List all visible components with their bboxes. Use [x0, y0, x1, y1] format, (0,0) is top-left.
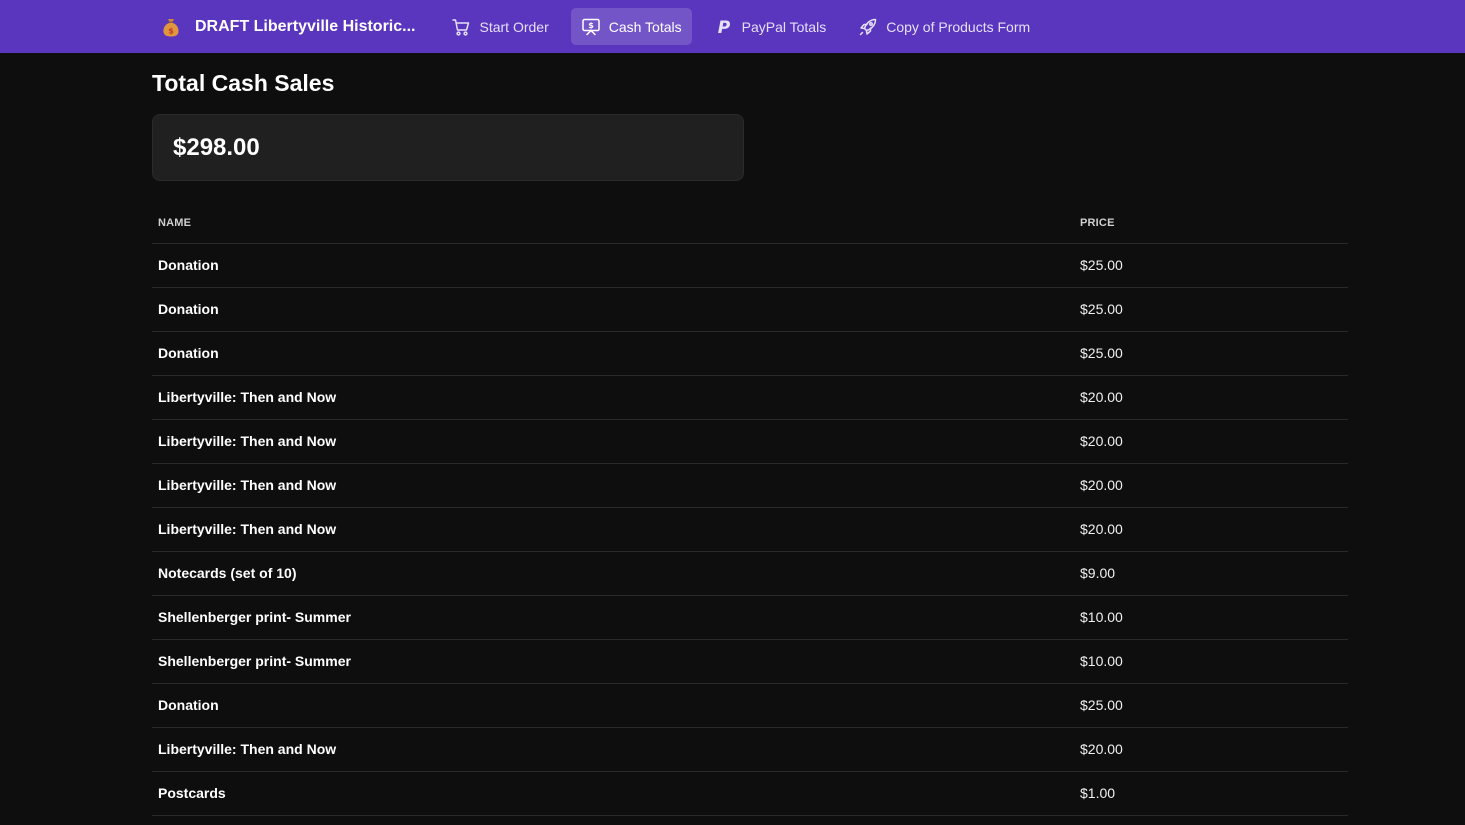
table-row: Libertyville: Then and Now $20.00 [152, 419, 1348, 464]
table-row: Notecards (set of 10) $9.00 [152, 551, 1348, 596]
table-row: Donation $25.00 [152, 287, 1348, 332]
nav-label: Start Order [479, 18, 549, 35]
row-price: $20.00 [1074, 375, 1348, 420]
row-name: Libertyville: Then and Now [152, 419, 1074, 464]
paypal-icon: P [714, 17, 734, 37]
row-price: $10.00 [1074, 639, 1348, 684]
table-row: Libertyville: Then and Now $20.00 [152, 507, 1348, 552]
table-row: Libertyville: Then and Now $20.00 [152, 727, 1348, 772]
table-row: Shellenberger print- Summer $10.00 [152, 639, 1348, 684]
row-price: $20.00 [1074, 463, 1348, 508]
row-name: Donation [152, 331, 1074, 376]
row-price: $1.00 [1074, 771, 1348, 816]
app-title: DRAFT Libertyville Historic... [195, 17, 416, 35]
app-brand[interactable]: $ DRAFT Libertyville Historic... [160, 16, 415, 38]
table-header-row: NAME PRICE [152, 203, 1348, 244]
row-price: $25.00 [1074, 331, 1348, 376]
row-name: Donation [152, 287, 1074, 332]
nav-paypal-totals[interactable]: P PayPal Totals [704, 8, 837, 45]
nav-products-form[interactable]: Copy of Products Form [848, 8, 1040, 45]
table-row: Postcards $1.00 [152, 771, 1348, 816]
nav-cash-totals[interactable]: $ Cash Totals [570, 8, 692, 45]
row-name: Shellenberger print- Summer [152, 595, 1074, 640]
column-header-price: PRICE [1074, 203, 1348, 244]
row-name: Libertyville: Then and Now [152, 507, 1074, 552]
row-price: $25.00 [1074, 287, 1348, 332]
nav-label: Cash Totals [608, 18, 682, 35]
total-card: $298.00 [152, 114, 744, 181]
cash-register-icon: $ [581, 17, 601, 37]
nav-label: Copy of Products Form [886, 18, 1031, 35]
row-name: Postcards [152, 771, 1074, 816]
row-price: $9.00 [1074, 551, 1348, 596]
row-name: Notecards (set of 10) [152, 551, 1074, 596]
row-price: $25.00 [1074, 683, 1348, 728]
row-name: Libertyville: Then and Now [152, 375, 1074, 420]
table-row: Donation $25.00 [152, 683, 1348, 728]
svg-text:$: $ [168, 26, 174, 35]
row-price: $10.00 [1074, 595, 1348, 640]
svg-text:$: $ [588, 21, 594, 30]
rocket-icon [858, 17, 878, 37]
nav-label: PayPal Totals [741, 18, 827, 35]
column-header-name: NAME [152, 203, 1074, 244]
main-content: Total Cash Sales $298.00 NAME PRICE Dona… [0, 70, 1465, 816]
row-price: $25.00 [1074, 243, 1348, 288]
row-price: $20.00 [1074, 727, 1348, 772]
nav-start-order[interactable]: Start Order [441, 8, 558, 45]
table-row: Libertyville: Then and Now $20.00 [152, 463, 1348, 508]
sales-table: NAME PRICE Donation $25.00 Donation $25.… [152, 203, 1348, 816]
row-name: Donation [152, 243, 1074, 288]
row-name: Libertyville: Then and Now [152, 727, 1074, 772]
svg-text:P: P [717, 18, 730, 37]
row-price: $20.00 [1074, 419, 1348, 464]
row-price: $20.00 [1074, 507, 1348, 552]
table-row: Donation $25.00 [152, 331, 1348, 376]
row-name: Libertyville: Then and Now [152, 463, 1074, 508]
top-nav-bar: $ DRAFT Libertyville Historic... Start O… [0, 0, 1465, 53]
page-title: Total Cash Sales [152, 70, 335, 96]
row-name: Shellenberger print- Summer [152, 639, 1074, 684]
money-bag-icon: $ [160, 16, 182, 38]
row-name: Donation [152, 683, 1074, 728]
table-row: Shellenberger print- Summer $10.00 [152, 595, 1348, 640]
cart-icon [451, 17, 471, 37]
table-row: Libertyville: Then and Now $20.00 [152, 375, 1348, 420]
total-value: $298.00 [173, 133, 260, 161]
table-row: Donation $25.00 [152, 243, 1348, 288]
